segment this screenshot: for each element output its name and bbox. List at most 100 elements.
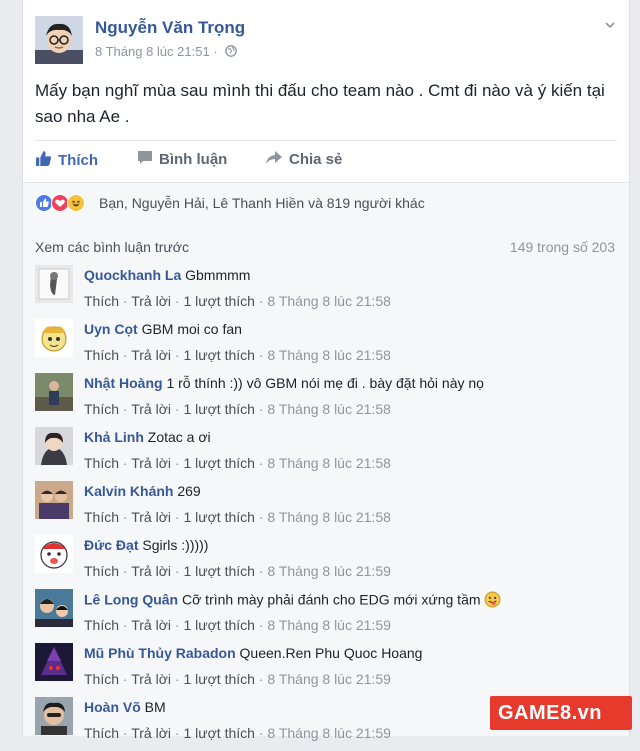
comment-item: Lê Long Quân Cỡ trình mày phải đánh cho …	[35, 589, 617, 643]
dot: ·	[122, 509, 128, 525]
watermark-text: GAME8.vn	[498, 702, 603, 724]
like-label: Thích	[58, 152, 98, 169]
comment-like-link[interactable]: Thích	[84, 617, 119, 633]
share-button[interactable]: Chia sẻ	[265, 150, 342, 169]
comments-area: Xem các bình luận trước 149 trong số 203…	[23, 223, 629, 741]
comment-timestamp[interactable]: 8 Tháng 8 lúc 21:59	[267, 617, 391, 633]
author-avatar[interactable]	[35, 16, 83, 64]
comment-like-link[interactable]: Thích	[84, 563, 119, 579]
comment-line: Mũ Phù Thủy Rabadon Queen.Ren Phu Quoc H…	[84, 645, 422, 661]
chevron-down-icon[interactable]	[605, 20, 615, 30]
comment-timestamp[interactable]: 8 Tháng 8 lúc 21:58	[267, 509, 391, 525]
comment-likes-count[interactable]: 1 lượt thích	[183, 293, 254, 309]
comment-item: Mũ Phù Thủy Rabadon Queen.Ren Phu Quoc H…	[35, 643, 617, 697]
comment-meta: Thích · Trả lời · 1 lượt thích · 8 Tháng…	[84, 293, 391, 309]
comment-item: Nhật Hoàng 1 rỗ thính :)) vô GBM nói mẹ …	[35, 373, 617, 427]
comment-like-link[interactable]: Thích	[84, 293, 119, 309]
post-card: Nguyễn Văn Trọng 8 Tháng 8 lúc 21:51 · M…	[22, 0, 630, 741]
comment-line: Quockhanh La Gbmmmm	[84, 267, 250, 283]
commenter-name[interactable]: Nhật Hoàng	[84, 375, 163, 391]
commenter-avatar[interactable]	[35, 373, 73, 411]
comment-likes-count[interactable]: 1 lượt thích	[183, 725, 254, 741]
comment-label: Bình luận	[159, 151, 228, 168]
commenter-avatar[interactable]	[35, 427, 73, 465]
comment-meta: Thích · Trả lời · 1 lượt thích · 8 Tháng…	[84, 509, 391, 525]
post-author[interactable]: Nguyễn Văn Trọng	[95, 18, 245, 38]
comment-line: Khả Linh Zotac a ơi	[84, 429, 211, 445]
comment-reply-link[interactable]: Trả lời	[131, 617, 171, 633]
comment-like-link[interactable]: Thích	[84, 671, 119, 687]
comment-reply-link[interactable]: Trả lời	[131, 347, 171, 363]
comment-reply-link[interactable]: Trả lời	[131, 401, 171, 417]
comment-text: 1 rỗ thính :)) vô GBM nói mẹ đi . bày đặ…	[166, 375, 484, 391]
comment-timestamp[interactable]: 8 Tháng 8 lúc 21:58	[267, 293, 391, 309]
commenter-name[interactable]: Hoàn Võ	[84, 699, 141, 715]
comment-reply-link[interactable]: Trả lời	[131, 725, 171, 741]
comment-text: GBM moi co fan	[141, 321, 242, 337]
comment-text: Queen.Ren Phu Quoc Hoang	[239, 645, 423, 661]
commenter-avatar[interactable]	[35, 319, 73, 357]
commenter-avatar[interactable]	[35, 697, 73, 735]
share-icon	[265, 150, 283, 169]
commenter-avatar[interactable]	[35, 481, 73, 519]
comment-likes-count[interactable]: 1 lượt thích	[183, 563, 254, 579]
comment-likes-count[interactable]: 1 lượt thích	[183, 455, 254, 471]
comment-timestamp[interactable]: 8 Tháng 8 lúc 21:59	[267, 725, 391, 741]
comment-timestamp[interactable]: 8 Tháng 8 lúc 21:59	[267, 563, 391, 579]
comment-likes-count[interactable]: 1 lượt thích	[183, 617, 254, 633]
comment-meta: Thích · Trả lời · 1 lượt thích · 8 Tháng…	[84, 347, 391, 363]
dot: ·	[122, 563, 128, 579]
post-meta: 8 Tháng 8 lúc 21:51 ·	[95, 44, 238, 60]
comment-timestamp[interactable]: 8 Tháng 8 lúc 21:58	[267, 401, 391, 417]
commenter-name[interactable]: Uyn Cọt	[84, 321, 138, 337]
dot: ·	[258, 671, 264, 687]
commenter-name[interactable]: Quockhanh La	[84, 267, 181, 283]
commenter-name[interactable]: Mũ Phù Thủy Rabadon	[84, 645, 236, 661]
comment-text: Gbmmmm	[185, 267, 251, 283]
commenter-avatar[interactable]	[35, 643, 73, 681]
comment-reply-link[interactable]: Trả lời	[131, 509, 171, 525]
dot: ·	[122, 617, 128, 633]
like-button[interactable]: Thích	[35, 150, 98, 171]
commenter-name[interactable]: Khả Linh	[84, 429, 144, 445]
comment-like-link[interactable]: Thích	[84, 509, 119, 525]
comment-timestamp[interactable]: 8 Tháng 8 lúc 21:58	[267, 455, 391, 471]
comment-button[interactable]: Bình luận	[137, 150, 227, 169]
view-previous-comments-link[interactable]: Xem các bình luận trước	[35, 239, 189, 255]
post-timestamp[interactable]: 8 Tháng 8 lúc 21:51	[95, 44, 210, 59]
comment-reply-link[interactable]: Trả lời	[131, 671, 171, 687]
comment-line: Lê Long Quân Cỡ trình mày phải đánh cho …	[84, 591, 501, 611]
comment-text: BM	[144, 699, 166, 715]
commenter-avatar[interactable]	[35, 265, 73, 303]
dot: ·	[174, 725, 180, 741]
comment-icon	[137, 150, 153, 169]
comment-item: Quockhanh La Gbmmmm Thích · Trả lời · 1 …	[35, 265, 617, 319]
reactions-bar: Bạn, Nguyễn Hải, Lê Thanh Hiền và 819 ng…	[23, 182, 629, 224]
comment-like-link[interactable]: Thích	[84, 455, 119, 471]
comment-likes-count[interactable]: 1 lượt thích	[183, 347, 254, 363]
commenter-avatar[interactable]	[35, 589, 73, 627]
comment-like-link[interactable]: Thích	[84, 725, 119, 741]
comment-likes-count[interactable]: 1 lượt thích	[183, 509, 254, 525]
reactions-summary[interactable]: Bạn, Nguyễn Hải, Lê Thanh Hiền và 819 ng…	[99, 195, 425, 211]
post-text: Mấy bạn nghĩ mùa sau mình thi đấu cho te…	[35, 81, 605, 126]
comment-reply-link[interactable]: Trả lời	[131, 455, 171, 471]
dot: ·	[122, 671, 128, 687]
dot: ·	[174, 563, 180, 579]
comment-like-link[interactable]: Thích	[84, 347, 119, 363]
commenter-avatar[interactable]	[35, 535, 73, 573]
comment-likes-count[interactable]: 1 lượt thích	[183, 671, 254, 687]
comment-timestamp[interactable]: 8 Tháng 8 lúc 21:59	[267, 671, 391, 687]
comment-likes-count[interactable]: 1 lượt thích	[183, 401, 254, 417]
divider	[35, 140, 617, 141]
comment-reply-link[interactable]: Trả lời	[131, 293, 171, 309]
comment-like-link[interactable]: Thích	[84, 401, 119, 417]
dot: ·	[174, 455, 180, 471]
commenter-name[interactable]: Đức Đạt	[84, 537, 138, 553]
dot: ·	[174, 293, 180, 309]
comment-timestamp[interactable]: 8 Tháng 8 lúc 21:58	[267, 347, 391, 363]
commenter-name[interactable]: Kalvin Khánh	[84, 483, 173, 499]
comment-meta: Thích · Trả lời · 1 lượt thích · 8 Tháng…	[84, 617, 391, 633]
comment-reply-link[interactable]: Trả lời	[131, 563, 171, 579]
commenter-name[interactable]: Lê Long Quân	[84, 592, 178, 608]
